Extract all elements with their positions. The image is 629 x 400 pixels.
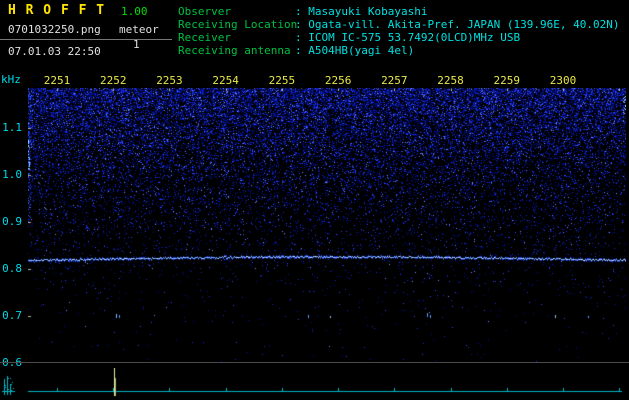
time-label: 2251 bbox=[43, 74, 71, 87]
echo-level-strip-canvas bbox=[0, 368, 629, 400]
time-label: 2252 bbox=[99, 74, 127, 87]
app-title: H R O F F T bbox=[8, 3, 106, 18]
info-row: Observer : Masayuki Kobayashi bbox=[178, 5, 620, 18]
time-label: 2258 bbox=[437, 74, 464, 87]
spectrogram-canvas bbox=[28, 88, 626, 362]
time-label: 2259 bbox=[493, 74, 521, 87]
info-value: : Masayuki Kobayashi bbox=[295, 5, 428, 18]
mode-label: meteor bbox=[119, 23, 159, 36]
freq-label: 0.9 bbox=[2, 215, 22, 228]
freq-label: 0.8 bbox=[2, 262, 22, 275]
strip-divider bbox=[0, 362, 629, 363]
time-label: 2257 bbox=[381, 74, 408, 87]
timestamp: 07.01.03 22:50 bbox=[8, 45, 101, 58]
info-label: Receiving Location bbox=[178, 18, 298, 31]
freq-unit-label: kHz bbox=[1, 73, 21, 86]
station-info: Observer : Masayuki Kobayashi Receiving Lo… bbox=[178, 5, 620, 57]
info-label: Receiver bbox=[178, 31, 231, 44]
header-divider bbox=[0, 39, 172, 40]
info-value: : ICOM IC-575 53.7492(0LCD)MHz USB bbox=[295, 31, 521, 44]
time-label: 2256 bbox=[324, 74, 352, 87]
time-label: 2300 bbox=[549, 74, 577, 87]
freq-label: 0.7 bbox=[2, 309, 22, 322]
time-label: 2255 bbox=[268, 74, 296, 87]
time-label: 2254 bbox=[212, 74, 239, 87]
info-row: Receiving antenna : A504HB(yagi 4el) bbox=[178, 44, 620, 57]
output-filename: 0701032250.png bbox=[8, 23, 101, 36]
hrofft-window: H R O F F T 1.00 0701032250.png meteor 1… bbox=[0, 0, 629, 400]
time-label: 2253 bbox=[156, 74, 183, 87]
freq-label: 1.0 bbox=[2, 168, 22, 181]
info-value: : A504HB(yagi 4el) bbox=[295, 44, 415, 57]
freq-label: 1.1 bbox=[2, 121, 22, 134]
app-version: 1.00 bbox=[121, 5, 148, 18]
info-row: Receiver : ICOM IC-575 53.7492(0LCD)MHz U… bbox=[178, 31, 620, 44]
info-value: : Ogata-vill. Akita-Pref. JAPAN (139.96E… bbox=[295, 18, 620, 31]
info-label: Observer bbox=[178, 5, 231, 18]
info-label: Receiving antenna bbox=[178, 44, 291, 57]
info-row: Receiving Location: Ogata-vill. Akita-Pr… bbox=[178, 18, 620, 31]
